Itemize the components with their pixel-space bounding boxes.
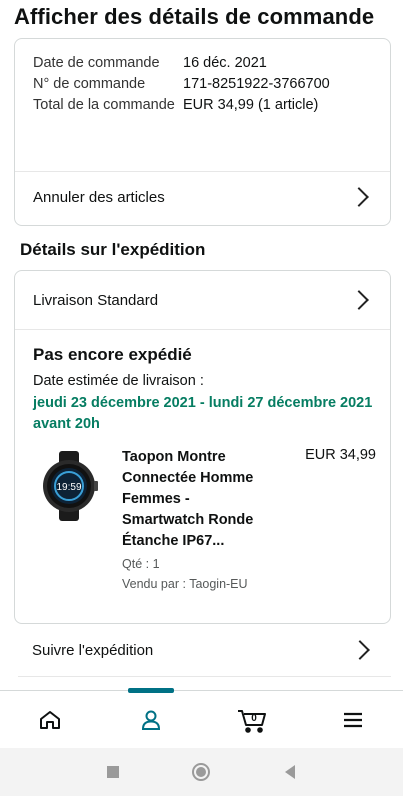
product-seller: Vendu par : Taogin-EU [122,577,248,591]
shipping-section-title: Détails sur l'expédition [20,240,206,259]
system-navigation-bar [0,748,403,796]
recent-apps-icon[interactable] [106,765,120,779]
track-shipment-label: Suivre l'expédition [32,641,154,659]
back-icon[interactable] [283,764,297,780]
cancel-items-link[interactable]: Annuler des articles [15,172,390,222]
cart-count: 0 [251,713,257,724]
divider [15,329,390,330]
divider [18,676,391,677]
nav-home[interactable] [0,691,101,748]
product-quantity: Qté : 1 [122,557,160,571]
nav-cart[interactable]: 0 [202,691,303,748]
order-number-label: N° de commande [33,76,146,92]
order-date-value: 16 déc. 2021 [183,55,267,71]
order-number-value: 171-8251922-3766700 [183,76,330,92]
order-number-row: N° de commande 171-8251922-3766700 [33,74,373,95]
page-title: Afficher des détails de commande [14,4,375,29]
track-shipment-link[interactable]: Suivre l'expédition [14,624,391,676]
chevron-right-icon [349,290,369,310]
estimated-delivery-date: jeudi 23 décembre 2021 - lundi 27 décemb… [33,395,373,432]
shipment-status: Pas encore expédié [33,345,192,364]
order-summary-card: Date de commande 16 déc. 2021 N° de comm… [14,38,391,226]
order-total-label: Total de la commande [33,97,175,113]
product-title-link[interactable]: Taopon Montre Connectée Homme Femmes - S… [122,447,272,552]
account-icon [142,710,161,730]
shipment-card: Livraison Standard Pas encore expédié Da… [14,270,391,624]
menu-icon [343,712,362,727]
cart-icon: 0 [237,709,266,733]
order-date-row: Date de commande 16 déc. 2021 [33,53,373,74]
home-icon [40,710,61,729]
bottom-navigation: 0 [0,688,403,748]
chevron-right-icon [350,640,370,660]
product-item[interactable]: 19:59 Taopon Montre Connectée Homme Femm… [33,447,378,591]
order-summary: Date de commande 16 déc. 2021 N° de comm… [33,53,373,116]
order-total-value: EUR 34,99 (1 article) [183,97,319,113]
product-price: EUR 34,99 [305,447,376,463]
shipping-method-link[interactable]: Livraison Standard [15,275,390,325]
shipping-method-label: Livraison Standard [33,291,159,309]
product-image[interactable]: 19:59 [37,451,101,521]
cancel-items-label: Annuler des articles [33,188,165,206]
chevron-right-icon [349,187,369,207]
order-date-label: Date de commande [33,55,160,71]
nav-menu[interactable] [302,691,403,748]
watch-face-time: 19:59 [56,482,81,493]
home-button-icon[interactable] [191,762,211,782]
estimated-delivery-label: Date estimée de livraison : [33,373,204,389]
nav-account[interactable] [101,691,202,748]
order-total-row: Total de la commande EUR 34,99 (1 articl… [33,95,373,116]
